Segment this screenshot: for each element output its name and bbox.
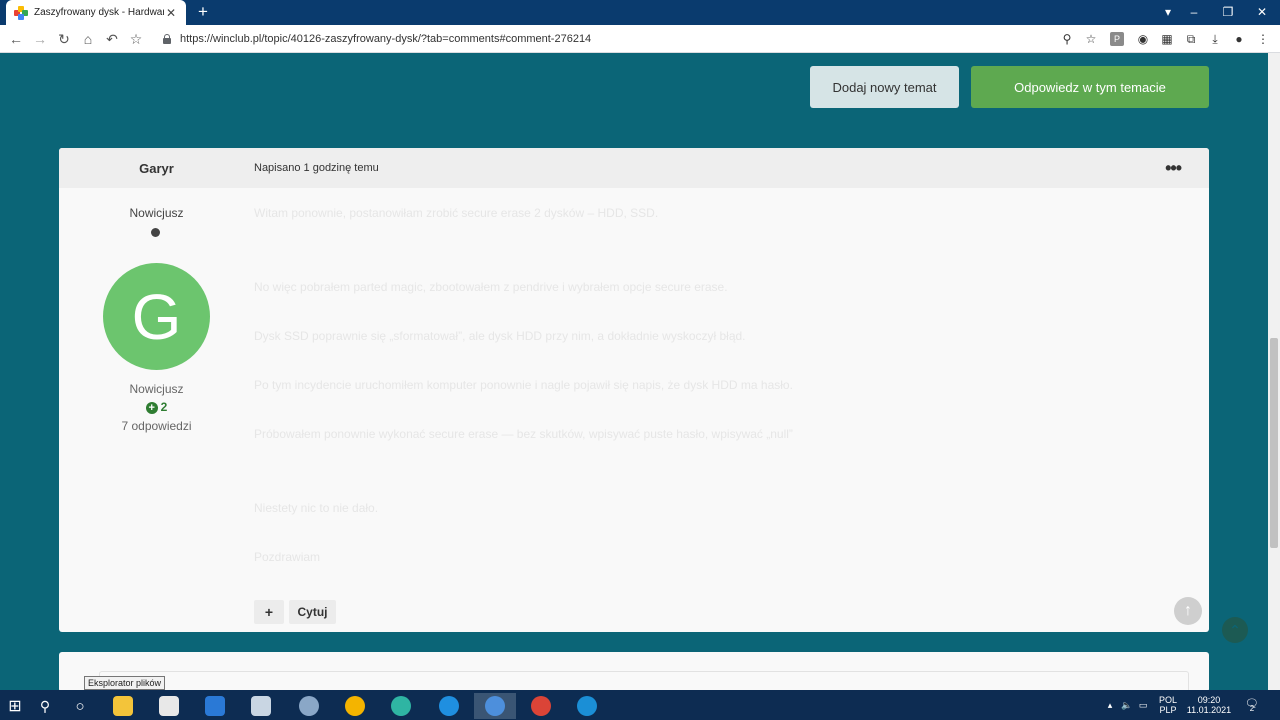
- post-header: Garyr Napisano 1 godzinę temu •••: [59, 148, 1209, 188]
- post-options-icon[interactable]: •••: [1165, 158, 1182, 179]
- address-bar[interactable]: https://winclub.pl/topic/40126-zaszyfrow…: [152, 28, 1102, 50]
- notification-count: 2: [1249, 704, 1255, 713]
- extension-mask-icon[interactable]: ◉: [1134, 30, 1152, 48]
- edge-icon[interactable]: [566, 693, 608, 719]
- author-rank-bottom: Nowicjusz: [129, 382, 184, 396]
- minimize-icon[interactable]: –: [1176, 0, 1212, 25]
- home-icon[interactable]: ⌂: [78, 29, 98, 49]
- avatar[interactable]: G: [103, 263, 210, 370]
- new-tab-button[interactable]: +: [194, 3, 212, 21]
- file-explorer-icon[interactable]: [102, 693, 144, 719]
- menu-kebab-icon[interactable]: ⋮: [1254, 30, 1272, 48]
- edge-canary-icon[interactable]: [380, 693, 422, 719]
- add-to-multiquote-button[interactable]: +: [254, 600, 284, 624]
- post-paragraph: Witam ponownie, postanowiłam zrobić secu…: [254, 206, 659, 220]
- post-author[interactable]: Garyr: [59, 148, 254, 188]
- chrome-alt-icon[interactable]: [520, 693, 562, 719]
- chrome-active-icon[interactable]: [474, 693, 516, 719]
- chrome-canary-icon[interactable]: [334, 693, 376, 719]
- volume-icon[interactable]: 🔈: [1120, 690, 1134, 720]
- download-icon[interactable]: ⤓: [1206, 30, 1224, 48]
- post-paragraph: Niestety nic to nie dało.: [254, 501, 379, 515]
- post-paragraph: No więc pobrałem parted magic, zbootował…: [254, 280, 728, 294]
- post-date[interactable]: Napisano 1 godzinę temu: [254, 148, 379, 188]
- url-text: https://winclub.pl/topic/40126-zaszyfrow…: [180, 33, 592, 45]
- zoom-icon[interactable]: ⚲: [1058, 30, 1076, 48]
- tray-chevron-icon[interactable]: ▴: [1104, 690, 1116, 720]
- search-icon[interactable]: ⚲: [30, 693, 60, 719]
- taskbar: ⊞ ⚲ ○ ▴ 🔈 ▭ POL PLP 09:20 11.01.2021 🗨 2: [0, 690, 1280, 720]
- store-icon[interactable]: [148, 693, 190, 719]
- post-paragraph: Próbowałem ponownie wykonać secure erase…: [254, 427, 793, 441]
- language-indicator[interactable]: POL PLP: [1154, 690, 1182, 720]
- forum-post: Garyr Napisano 1 godzinę temu ••• Nowicj…: [59, 148, 1209, 632]
- next-post: [59, 652, 1209, 692]
- site-favicon-icon: [14, 5, 28, 20]
- reply-topic-button[interactable]: Odpowiedz w tym temacie: [971, 66, 1209, 108]
- app-icon[interactable]: [240, 693, 282, 719]
- profile-icon[interactable]: ●: [1230, 30, 1248, 48]
- post-paragraph: Po tym incydencie uruchomiłem komputer p…: [254, 378, 793, 392]
- forward-icon[interactable]: →: [30, 29, 50, 49]
- lock-icon: [162, 34, 172, 44]
- browser-tab-strip: Zaszyfrowany dysk - Hardware - ✕ + ▾ – ❐…: [0, 0, 1280, 25]
- browser-tab[interactable]: Zaszyfrowany dysk - Hardware - ✕: [6, 0, 186, 25]
- online-status-dot: [151, 228, 160, 237]
- tooltip: Eksplorator plików: [84, 676, 166, 690]
- back-to-top-icon[interactable]: ⌃: [1222, 617, 1248, 643]
- task-view-icon[interactable]: ○: [62, 693, 98, 719]
- restore-icon[interactable]: ❐: [1210, 0, 1246, 25]
- internet-explorer-icon[interactable]: [428, 693, 470, 719]
- close-window-icon[interactable]: ✕: [1244, 0, 1280, 25]
- tab-close-icon[interactable]: ✕: [164, 6, 178, 20]
- chrome-icon[interactable]: [288, 693, 330, 719]
- post-paragraph: Pozdrawiam: [254, 550, 321, 564]
- extension-p-icon[interactable]: P: [1110, 32, 1124, 46]
- back-icon[interactable]: ←: [6, 29, 26, 49]
- browser-toolbar: ← → ↻ ⌂ ↶ ☆ https://winclub.pl/topic/401…: [0, 25, 1280, 53]
- new-topic-button[interactable]: Dodaj nowy temat: [810, 66, 959, 108]
- scroll-up-arrow-icon[interactable]: ↑: [1174, 597, 1202, 625]
- reputation-badge: +2: [59, 400, 254, 414]
- start-icon[interactable]: ⊞: [0, 693, 30, 719]
- reload-icon[interactable]: ↻: [54, 29, 74, 49]
- network-icon[interactable]: ▭: [1136, 690, 1150, 720]
- next-post-editor: [99, 671, 1189, 692]
- undo-icon[interactable]: ↶: [102, 29, 122, 49]
- bookmark-star-icon[interactable]: ☆: [126, 29, 146, 49]
- author-rank-top: Nowicjusz: [129, 206, 184, 220]
- scrollbar-thumb[interactable]: [1270, 338, 1278, 548]
- tab-title: Zaszyfrowany dysk - Hardware -: [34, 7, 164, 18]
- page-scrollbar[interactable]: [1268, 53, 1280, 690]
- post-paragraph: Dysk SSD poprawnie się „sformatował”, al…: [254, 329, 746, 343]
- crop-icon[interactable]: ⧉: [1182, 30, 1200, 48]
- quote-button[interactable]: Cytuj: [289, 600, 336, 624]
- author-replies-count: 7 odpowiedzi: [121, 419, 192, 433]
- clock[interactable]: 09:20 11.01.2021: [1184, 690, 1234, 720]
- mail-icon[interactable]: [194, 693, 236, 719]
- plus-circle-icon: +: [145, 402, 158, 414]
- bookmark-page-icon[interactable]: ☆: [1082, 30, 1100, 48]
- extensions-grid-icon[interactable]: ▦: [1158, 30, 1176, 48]
- notifications-icon[interactable]: 🗨 2: [1240, 690, 1264, 720]
